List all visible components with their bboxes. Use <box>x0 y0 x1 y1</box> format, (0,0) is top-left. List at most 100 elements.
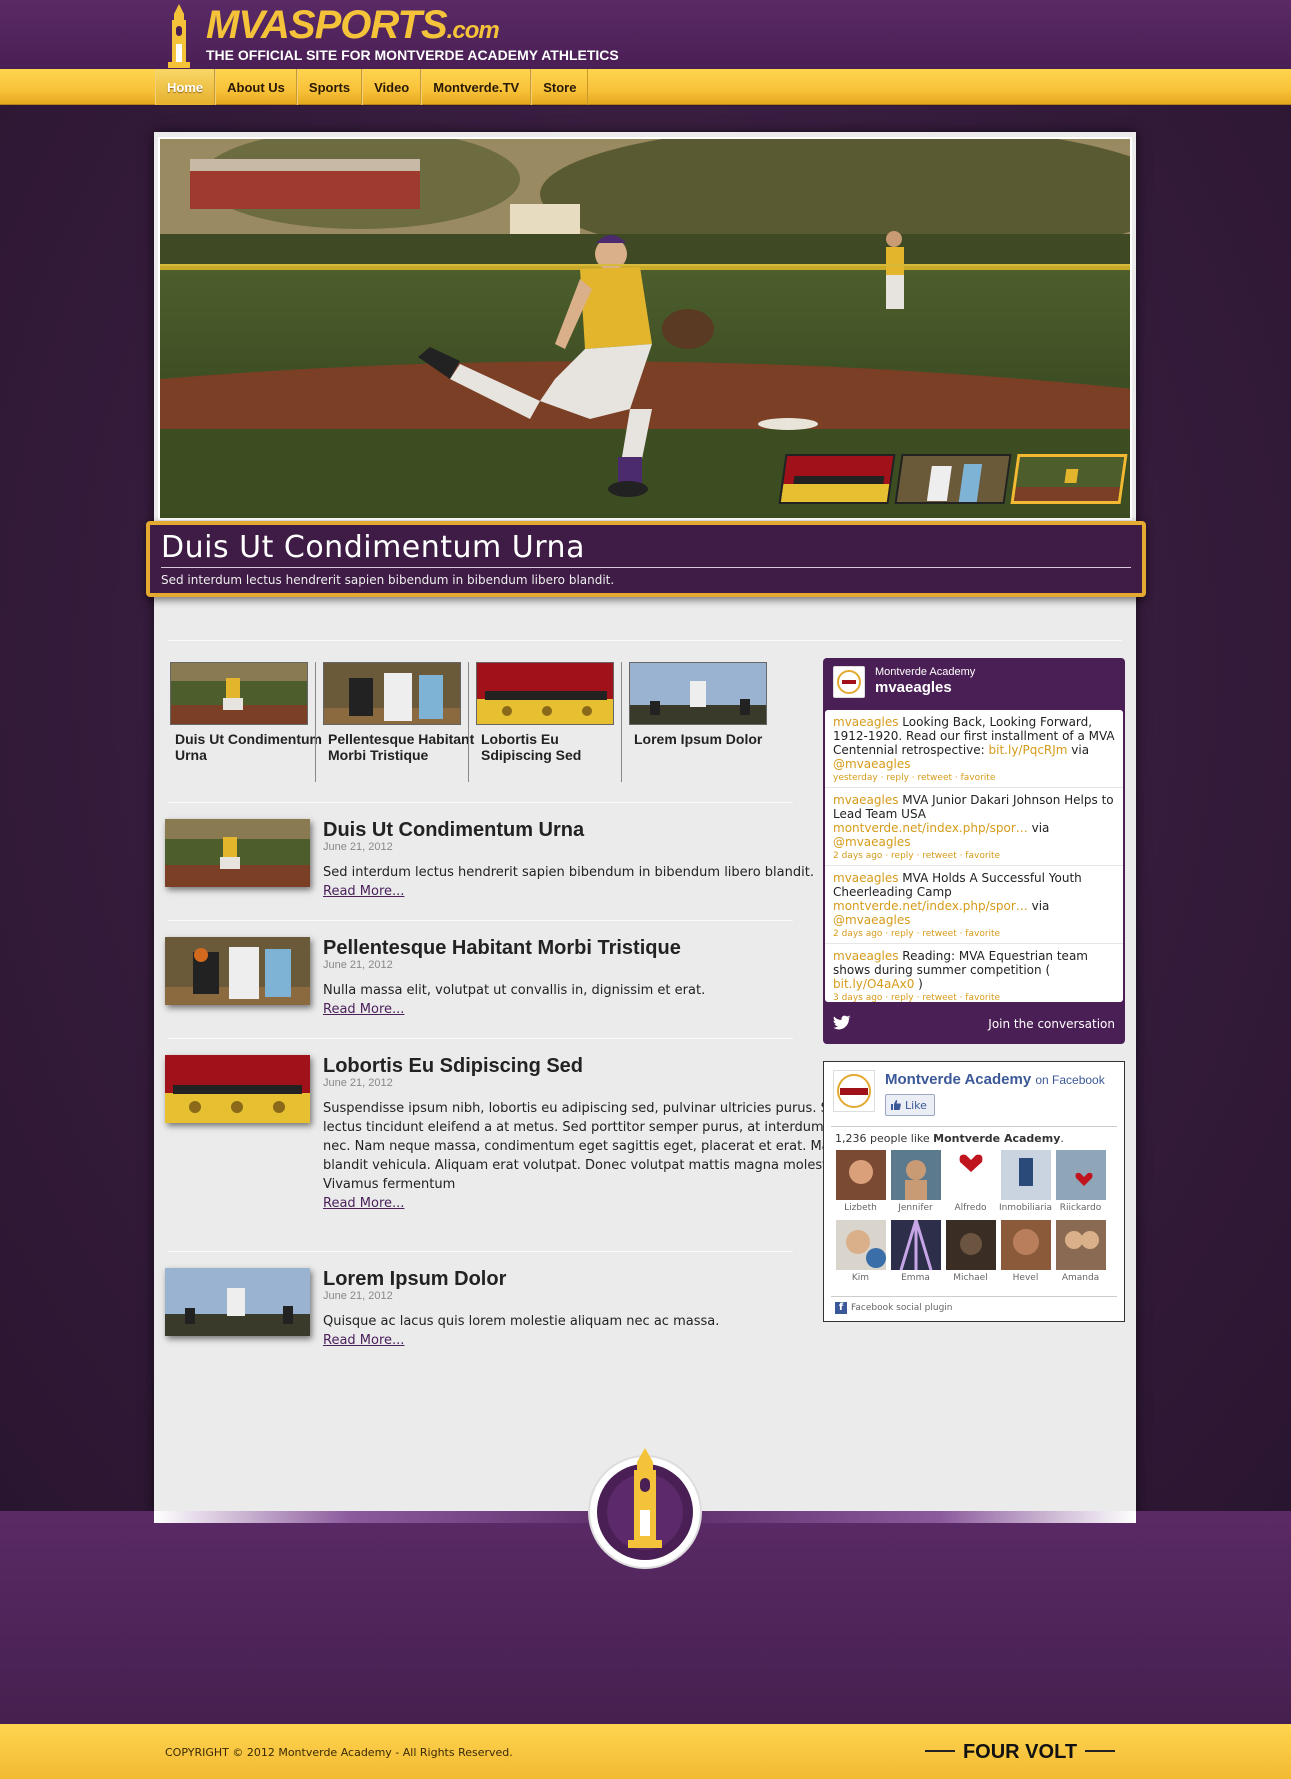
tweet-link[interactable]: montverde.net/index.php/spor… <box>833 899 1028 913</box>
fan-face[interactable]: Jennifer <box>888 1150 943 1215</box>
site-header: MVASPORTS.com THE OFFICIAL SITE FOR MONT… <box>0 0 1291 70</box>
logo-main-text: MVASPORTS <box>206 3 448 47</box>
fan-face[interactable]: Kim <box>833 1220 888 1285</box>
facebook-page-logo[interactable] <box>833 1070 875 1112</box>
tweet-via-user[interactable]: @mvaeagles <box>833 913 910 927</box>
article-thumb[interactable] <box>165 937 310 1005</box>
fan-face[interactable]: Lizbeth <box>833 1150 888 1215</box>
tweet-user[interactable]: mvaeagles <box>833 871 898 885</box>
section-divider <box>168 1038 793 1039</box>
like-count-prefix: 1,236 people like <box>835 1132 934 1145</box>
tweet-user[interactable]: mvaeagles <box>833 715 898 729</box>
tweet-via-text: ) <box>914 977 923 991</box>
nav-about-us[interactable]: About Us <box>215 69 297 105</box>
article-thumb[interactable] <box>165 1268 310 1336</box>
slider-thumb-baseball[interactable] <box>1010 454 1128 504</box>
twitter-handle[interactable]: mvaeagles <box>875 679 952 696</box>
fan-avatar <box>1055 1220 1106 1270</box>
featured-title[interactable]: Lorem Ipsum Dolor <box>629 731 782 747</box>
slider-thumbnails <box>778 454 1128 506</box>
tweet-actions[interactable]: · reply · retweet · favorite <box>885 851 1000 861</box>
facebook-page-name[interactable]: Montverde Academy <box>885 1071 1031 1088</box>
facebook-plugin-credit[interactable]: f Facebook social plugin <box>835 1302 953 1314</box>
nav-montverde-tv[interactable]: Montverde.TV <box>421 69 532 105</box>
facebook-like-button[interactable]: Like <box>885 1094 935 1116</box>
fan-avatar <box>890 1150 941 1200</box>
tweet-actions[interactable]: · reply · retweet · favorite <box>881 773 996 783</box>
caption-divider <box>161 567 1131 568</box>
slider-title[interactable]: Duis Ut Condimentum Urna <box>161 530 585 565</box>
nav-video[interactable]: Video <box>362 69 422 105</box>
featured-separator <box>315 662 316 782</box>
fan-name: Amanda <box>1061 1273 1100 1283</box>
article-thumb[interactable] <box>165 1055 310 1123</box>
twitter-avatar[interactable] <box>833 666 865 698</box>
tweet-user[interactable]: mvaeagles <box>833 793 898 807</box>
tweet-link[interactable]: montverde.net/index.php/spor… <box>833 821 1028 835</box>
facebook-page-title: Montverde Academy on Facebook <box>885 1071 1105 1088</box>
tweet-actions[interactable]: · reply · retweet · favorite <box>885 993 1000 1002</box>
featured-title[interactable]: Duis Ut Condimentum Urna <box>170 731 323 763</box>
nav-store[interactable]: Store <box>531 69 589 105</box>
slider-thumb-basketball[interactable] <box>894 454 1012 504</box>
fan-name: Riickardo <box>1059 1203 1102 1213</box>
montverde-academy-seal-icon[interactable] <box>583 1440 708 1575</box>
fan-face[interactable]: Hevel <box>998 1220 1053 1285</box>
tweet-time[interactable]: 3 days ago <box>833 993 882 1002</box>
facebook-divider <box>831 1296 1117 1297</box>
tweet-time[interactable]: 2 days ago <box>833 929 882 939</box>
fourvolt-credit-logo[interactable]: FOUR VOLT <box>925 1736 1115 1766</box>
tweet-time[interactable]: 2 days ago <box>833 851 882 861</box>
read-more-link[interactable]: Read More... <box>323 1331 958 1350</box>
fan-face[interactable]: Emma <box>888 1220 943 1285</box>
twitter-account-name[interactable]: Montverde Academy <box>875 666 975 678</box>
logo-domain-text: .com <box>446 17 500 44</box>
featured-item[interactable]: Lorem Ipsum Dolor <box>629 662 782 747</box>
nav-sports[interactable]: Sports <box>296 69 363 105</box>
facebook-faces: Lizbeth Jennifer Alfredo Inmobiliaria Ri… <box>833 1150 1119 1285</box>
facebook-divider <box>831 1126 1117 1127</box>
featured-thumb <box>323 662 461 725</box>
slider-thumb-stage[interactable] <box>778 454 896 504</box>
tweet-time[interactable]: yesterday <box>833 773 878 783</box>
fan-face[interactable]: Michael <box>943 1220 998 1285</box>
nav-home[interactable]: Home <box>155 69 216 105</box>
facebook-on-text[interactable]: on Facebook <box>1035 1073 1104 1087</box>
fan-avatar <box>835 1150 886 1200</box>
fan-avatar <box>1000 1220 1051 1270</box>
tweet-via-user[interactable]: @mvaeagles <box>833 757 910 771</box>
tweet-link[interactable]: bit.ly/O4aAx0 <box>833 977 914 991</box>
tweet: mvaeagles MVA Junior Dakari Johnson Help… <box>825 788 1123 866</box>
featured-item[interactable]: Lobortis Eu Sdipiscing Sed <box>476 662 629 763</box>
section-divider <box>168 1251 793 1252</box>
tweet-meta: yesterday · reply · retweet · favorite <box>833 773 1115 784</box>
featured-separator <box>468 662 469 782</box>
featured-item[interactable]: Duis Ut Condimentum Urna <box>170 662 323 763</box>
featured-item[interactable]: Pellentesque Habitant Morbi Tristique <box>323 662 476 763</box>
featured-title[interactable]: Pellentesque Habitant Morbi Tristique <box>323 731 476 763</box>
fan-face[interactable]: Amanda <box>1053 1220 1108 1285</box>
tweet-via-user[interactable]: @mvaeagles <box>833 835 910 849</box>
fan-face[interactable]: Alfredo <box>943 1150 998 1215</box>
fan-avatar <box>945 1220 996 1270</box>
tweet-meta: 3 days ago · reply · retweet · favorite <box>833 993 1115 1002</box>
fan-avatar <box>1000 1150 1051 1200</box>
tweet-user[interactable]: mvaeagles <box>833 949 898 963</box>
fourvolt-credit-text: FOUR VOLT <box>963 1741 1077 1763</box>
slider-subtitle: Sed interdum lectus hendrerit sapien bib… <box>161 573 615 587</box>
article-thumb[interactable] <box>165 819 310 887</box>
fan-face[interactable]: Riickardo <box>1053 1150 1108 1215</box>
like-count-suffix: . <box>1060 1132 1064 1145</box>
fan-avatar <box>835 1220 886 1270</box>
tower-logo-icon <box>168 4 190 68</box>
fan-face[interactable]: Inmobiliaria <box>998 1150 1053 1215</box>
site-logo[interactable]: MVASPORTS.com THE OFFICIAL SITE FOR MONT… <box>154 2 619 68</box>
featured-title[interactable]: Lobortis Eu Sdipiscing Sed <box>476 731 629 763</box>
join-conversation-link[interactable]: Join the conversation <box>988 1017 1115 1031</box>
tweet-actions[interactable]: · reply · retweet · favorite <box>885 929 1000 939</box>
twitter-bird-icon[interactable] <box>833 1015 851 1030</box>
slider-caption: Duis Ut Condimentum Urna Sed interdum le… <box>146 521 1146 597</box>
like-label: Like <box>905 1098 927 1112</box>
tweet-link[interactable]: bit.ly/PqcRJm <box>989 743 1068 757</box>
like-count-page[interactable]: Montverde Academy <box>933 1132 1060 1145</box>
